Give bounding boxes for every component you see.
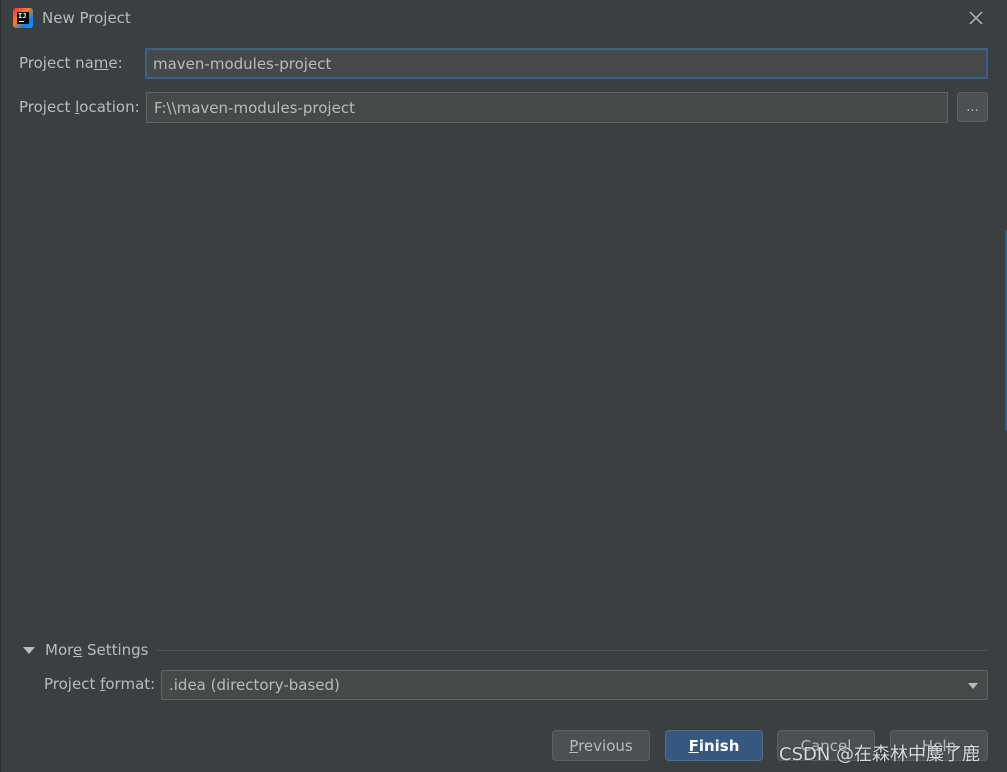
previous-button[interactable]: Previous xyxy=(552,730,650,761)
title-bar: IJ New Project xyxy=(1,0,1007,36)
browse-button[interactable]: ... xyxy=(957,92,988,122)
more-settings-separator xyxy=(156,650,988,651)
project-location-label: Project location: xyxy=(19,98,140,116)
previous-button-label: Previous xyxy=(569,736,633,755)
finish-button-label: Finish xyxy=(688,736,740,755)
more-settings-label: More Settings xyxy=(45,641,149,659)
project-format-label: Project format: xyxy=(44,675,156,693)
logo-text: IJ xyxy=(17,12,29,24)
project-format-value: .idea (directory-based) xyxy=(169,676,340,694)
close-icon xyxy=(969,11,983,25)
intellij-logo-icon: IJ xyxy=(13,8,33,28)
window-title: New Project xyxy=(42,9,131,27)
close-button[interactable] xyxy=(963,5,989,31)
project-location-input[interactable]: F:\\maven-modules-project xyxy=(146,92,948,123)
browse-button-label: ... xyxy=(966,99,979,115)
project-name-label: Project name: xyxy=(19,54,123,72)
more-settings-toggle[interactable]: More Settings xyxy=(23,639,149,661)
finish-button[interactable]: Finish xyxy=(665,730,763,761)
project-name-value: maven-modules-project xyxy=(153,54,332,73)
dropdown-arrow-icon xyxy=(968,683,978,689)
expand-triangle-icon xyxy=(23,646,35,654)
project-format-select[interactable]: .idea (directory-based) xyxy=(161,670,988,700)
project-location-value: F:\\maven-modules-project xyxy=(154,98,355,117)
new-project-dialog: IJ New Project Project name: maven-modul… xyxy=(0,0,1007,772)
csdn-watermark: CSDN @在森林中麋了鹿 xyxy=(779,744,981,765)
project-name-input[interactable]: maven-modules-project xyxy=(145,48,988,79)
